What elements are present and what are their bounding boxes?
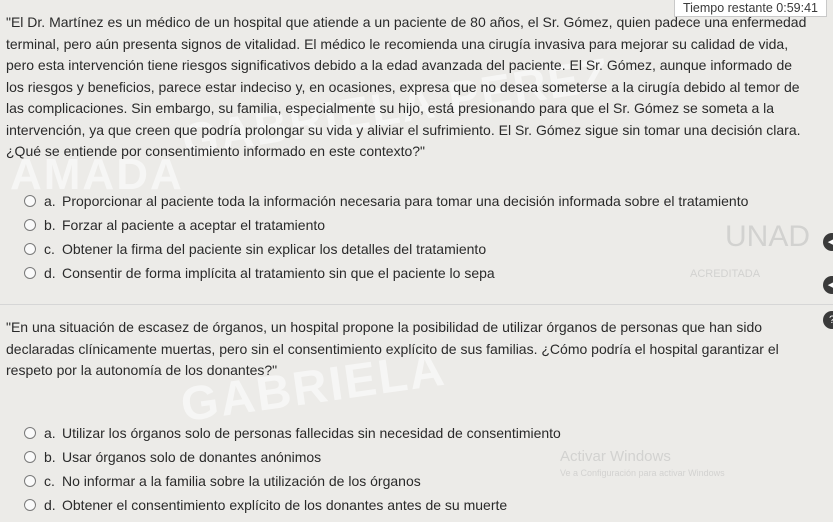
question-1-text: "El Dr. Martínez es un médico de un hosp… — [6, 14, 807, 159]
option-letter: a. — [44, 425, 56, 441]
option-1c[interactable]: c. Obtener la firma del paciente sin exp… — [24, 237, 748, 261]
option-letter: c. — [44, 241, 55, 257]
option-2d[interactable]: d. Obtener el consentimiento explícito d… — [24, 493, 561, 517]
option-1a[interactable]: a. Proporcionar al paciente toda la info… — [24, 189, 748, 213]
question-2-text: "En una situación de escasez de órganos,… — [6, 319, 779, 378]
watermark-logo: Activar Windows — [560, 448, 671, 465]
option-label: Utilizar los órganos solo de personas fa… — [62, 425, 561, 441]
option-letter: b. — [44, 217, 56, 233]
side-arrow-icon[interactable]: ◀ — [823, 233, 833, 251]
option-letter: c. — [44, 473, 55, 489]
option-label: Obtener el consentimiento explícito de l… — [62, 497, 508, 513]
radio-button[interactable] — [24, 219, 36, 231]
option-letter: d. — [44, 497, 56, 513]
question-2-options: a. Utilizar los órganos solo de personas… — [24, 421, 561, 517]
option-label: Obtener la firma del paciente sin explic… — [62, 241, 487, 257]
radio-button[interactable] — [24, 267, 36, 279]
radio-button[interactable] — [24, 499, 36, 511]
option-letter: b. — [44, 449, 56, 465]
help-icon[interactable]: ? — [823, 311, 833, 329]
option-letter: a. — [44, 193, 56, 209]
option-label: Proporcionar al paciente toda la informa… — [62, 193, 749, 209]
question-1-options: a. Proporcionar al paciente toda la info… — [24, 189, 748, 285]
option-letter: d. — [44, 265, 56, 281]
option-1b[interactable]: b. Forzar al paciente a aceptar el trata… — [24, 213, 748, 237]
radio-button[interactable] — [24, 475, 36, 487]
option-label: Forzar al paciente a aceptar el tratamie… — [62, 217, 326, 233]
option-2c[interactable]: c. No informar a la familia sobre la uti… — [24, 469, 561, 493]
radio-button[interactable] — [24, 451, 36, 463]
question-divider — [0, 304, 833, 305]
radio-button[interactable] — [24, 243, 36, 255]
option-label: No informar a la familia sobre la utiliz… — [62, 473, 421, 489]
option-1d[interactable]: d. Consentir de forma implícita al trata… — [24, 261, 748, 285]
radio-button[interactable] — [24, 427, 36, 439]
option-label: Consentir de forma implícita al tratamie… — [62, 265, 495, 281]
side-arrow-icon[interactable]: ◀ — [823, 276, 833, 294]
watermark-logo: Ve a Configuración para activar Windows — [560, 468, 725, 478]
option-label: Usar órganos solo de donantes anónimos — [62, 449, 322, 465]
option-2b[interactable]: b. Usar órganos solo de donantes anónimo… — [24, 445, 561, 469]
radio-button[interactable] — [24, 195, 36, 207]
option-2a[interactable]: a. Utilizar los órganos solo de personas… — [24, 421, 561, 445]
